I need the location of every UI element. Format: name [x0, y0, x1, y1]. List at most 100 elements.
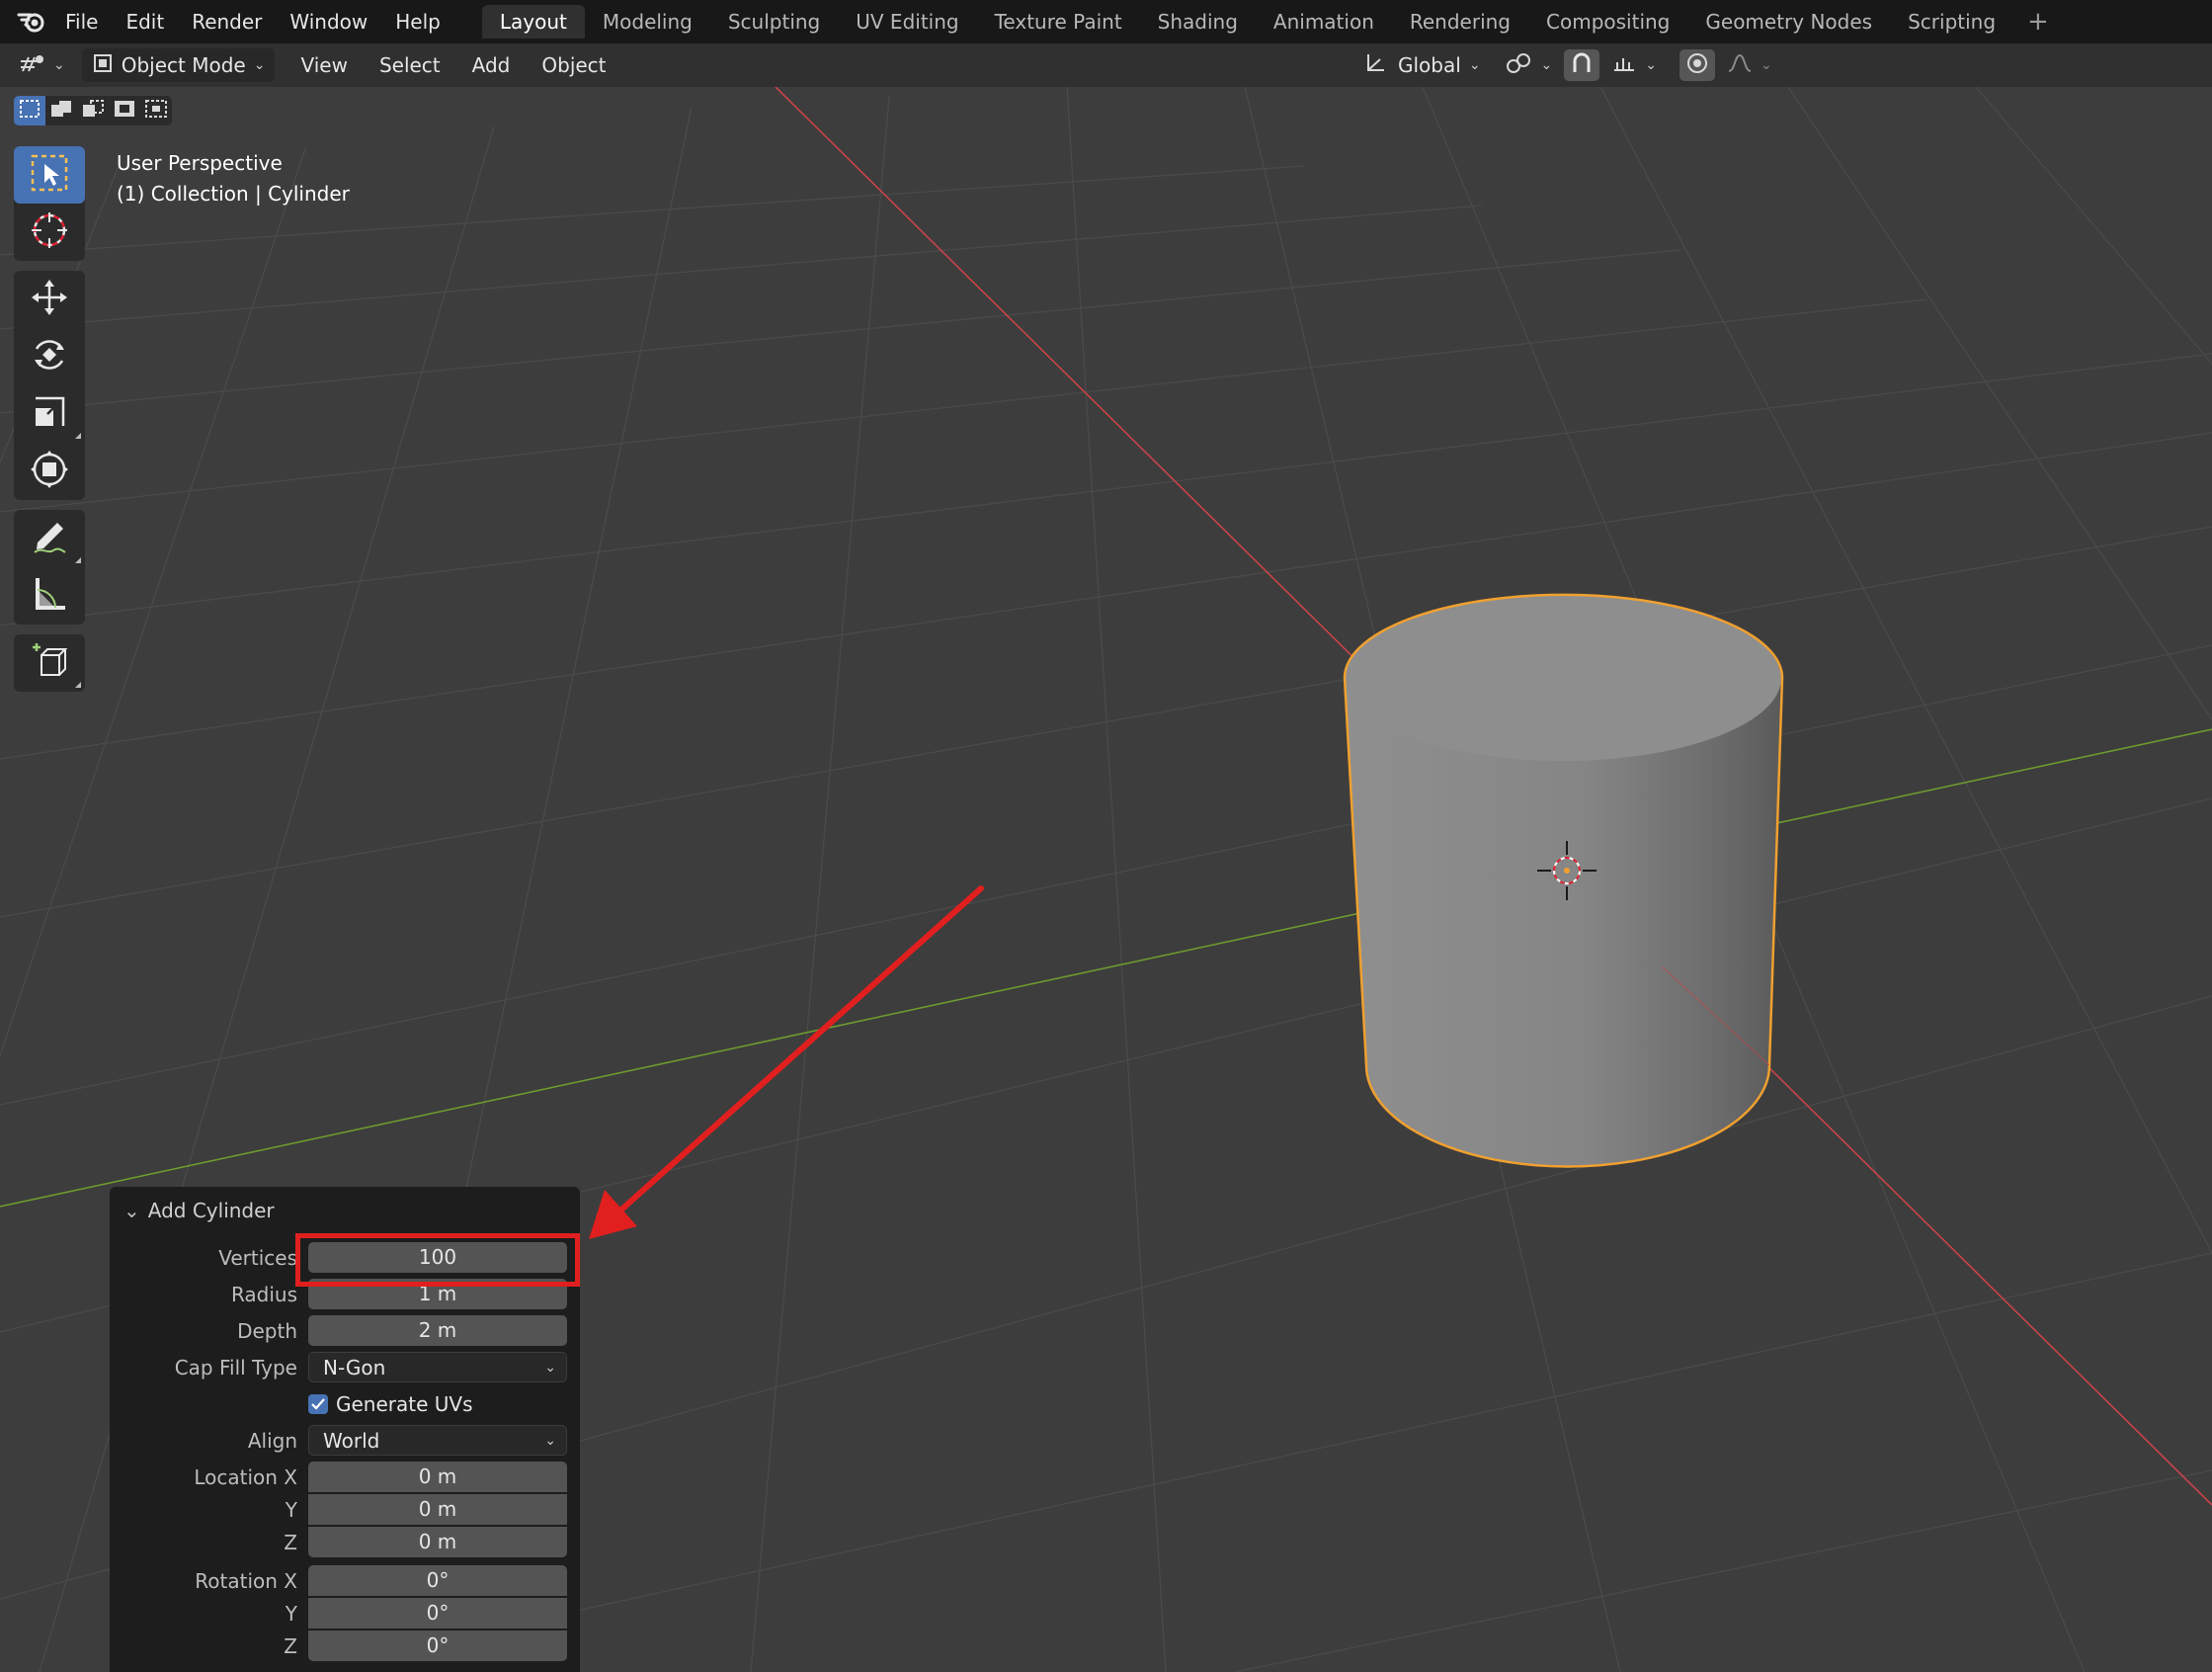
depth-row: Depth 2 m [110, 1315, 580, 1347]
annotation-arrow [589, 885, 984, 1239]
menu-window[interactable]: Window [276, 0, 381, 43]
menu-add[interactable]: Add [456, 48, 527, 82]
rotation-x-field[interactable]: 0° [308, 1565, 567, 1596]
generate-uvs-checkbox[interactable]: Generate UVs [308, 1392, 473, 1416]
select-extend-icon [49, 99, 73, 123]
orientation-axes-icon [1362, 50, 1388, 80]
viewport-header: ⌄ Object Mode ⌄ View Select Add Object G… [0, 43, 2212, 87]
editor-type-button[interactable]: ⌄ [14, 49, 71, 81]
menu-object[interactable]: Object [526, 48, 621, 82]
tab-modeling[interactable]: Modeling [585, 5, 710, 39]
blender-logo-icon[interactable] [12, 0, 51, 43]
rotation-z-row: Z 0° [110, 1630, 580, 1662]
tool-annotate[interactable] [14, 510, 85, 567]
select-subtract-icon [81, 99, 105, 123]
tab-animation[interactable]: Animation [1256, 5, 1392, 39]
rotation-y-label: Y [285, 1602, 297, 1626]
generate-uvs-label: Generate UVs [336, 1392, 473, 1416]
select-invert-icon [113, 99, 136, 123]
tab-layout[interactable]: Layout [481, 5, 585, 39]
measure-ruler-icon [30, 574, 69, 618]
tool-cursor[interactable] [14, 204, 85, 261]
object-mode-dropdown[interactable]: Object Mode ⌄ [81, 48, 276, 82]
menu-file[interactable]: File [51, 0, 112, 43]
tool-transform[interactable] [14, 443, 85, 500]
tool-group-annotate [14, 510, 85, 625]
viewport-info-overlay: User Perspective (1) Collection | Cylind… [117, 148, 350, 209]
workspace-tabs: Layout Modeling Sculpting UV Editing Tex… [481, 0, 2063, 43]
magnet-icon [1570, 50, 1594, 80]
tab-geometry-nodes[interactable]: Geometry Nodes [1687, 5, 1890, 39]
tab-rendering[interactable]: Rendering [1392, 5, 1528, 39]
depth-field[interactable]: 2 m [308, 1315, 567, 1346]
chevron-down-icon: ⌄ [253, 57, 266, 73]
editor-type-icon [20, 51, 45, 79]
align-row: Align World ⌄ [110, 1425, 580, 1457]
falloff-dropdown[interactable]: ⌄ [1721, 49, 1778, 81]
tool-move[interactable] [14, 271, 85, 328]
proportional-edit-icon [1685, 51, 1709, 79]
menu-view[interactable]: View [285, 48, 363, 82]
collection-info-label: (1) Collection | Cylinder [117, 182, 350, 206]
object-mode-icon [92, 52, 114, 79]
cylinder-object[interactable] [1343, 593, 1784, 1168]
operator-title: Add Cylinder [147, 1199, 275, 1222]
select-new-icon [19, 99, 41, 123]
rotation-y-field[interactable]: 0° [308, 1598, 567, 1629]
submenu-corner-indicator [75, 557, 81, 563]
snap-target-dropdown[interactable]: ⌄ [1605, 49, 1663, 81]
tab-scripting[interactable]: Scripting [1890, 5, 2013, 39]
cap-fill-label: Cap Fill Type [174, 1356, 297, 1379]
select-invert-button[interactable] [109, 96, 140, 125]
location-y-row: Y 0 m [110, 1494, 580, 1526]
menu-select[interactable]: Select [364, 48, 456, 82]
tool-rotate[interactable] [14, 328, 85, 385]
select-new-button[interactable] [14, 96, 45, 125]
location-z-field[interactable]: 0 m [308, 1527, 567, 1557]
top-bar: File Edit Render Window Help Layout Mode… [0, 0, 2212, 43]
align-dropdown[interactable]: World ⌄ [308, 1425, 567, 1456]
chevron-down-icon: ⌄ [1645, 57, 1658, 73]
location-x-row: Location X 0 m [110, 1462, 580, 1493]
transform-icon [30, 450, 69, 493]
menu-render[interactable]: Render [178, 0, 276, 43]
tool-group-add [14, 634, 85, 692]
add-workspace-button[interactable]: + [2013, 5, 2063, 39]
tab-shading[interactable]: Shading [1140, 5, 1256, 39]
select-intersect-button[interactable] [140, 96, 172, 125]
tool-select-box[interactable] [14, 146, 85, 204]
chevron-down-icon: ⌄ [1761, 57, 1772, 73]
proportional-edit-toggle[interactable] [1679, 49, 1716, 81]
select-subtract-button[interactable] [77, 96, 109, 125]
location-x-field[interactable]: 0 m [308, 1462, 567, 1492]
location-y-field[interactable]: 0 m [308, 1494, 567, 1525]
snap-toggle[interactable] [1564, 49, 1600, 81]
location-x-label: Location X [194, 1465, 297, 1489]
scale-icon [30, 392, 69, 436]
tool-measure[interactable] [14, 567, 85, 625]
tab-uv-editing[interactable]: UV Editing [838, 5, 976, 39]
menu-help[interactable]: Help [381, 0, 454, 43]
select-extend-button[interactable] [45, 96, 77, 125]
cap-fill-dropdown[interactable]: N-Gon ⌄ [308, 1352, 567, 1382]
tab-texture-paint[interactable]: Texture Paint [977, 5, 1140, 39]
snap-increment-icon [1611, 50, 1637, 80]
falloff-curve-icon [1727, 51, 1753, 79]
menu-edit[interactable]: Edit [112, 0, 178, 43]
submenu-corner-indicator [75, 682, 81, 688]
tool-add-cube[interactable] [14, 634, 85, 692]
tool-scale[interactable] [14, 385, 85, 443]
tab-sculpting[interactable]: Sculpting [710, 5, 838, 39]
orientation-label: Global [1398, 53, 1461, 77]
transform-orientation-dropdown[interactable]: Global ⌄ [1356, 49, 1487, 81]
rotation-z-field[interactable]: 0° [308, 1630, 567, 1661]
tool-group-transform [14, 271, 85, 500]
checkmark-icon [308, 1394, 328, 1414]
operator-panel-header[interactable]: ⌄ Add Cylinder [123, 1199, 275, 1222]
pivot-point-dropdown[interactable]: ⌄ [1498, 49, 1559, 81]
add-cube-icon [30, 641, 69, 685]
y-axis-line [0, 728, 2212, 1208]
pivot-point-icon [1504, 50, 1533, 80]
location-y-label: Y [285, 1498, 297, 1522]
tab-compositing[interactable]: Compositing [1528, 5, 1687, 39]
